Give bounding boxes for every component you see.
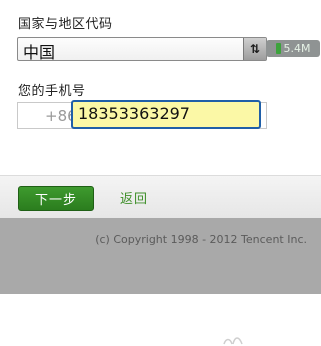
- action-bar: 下一步 返回: [0, 175, 321, 219]
- country-select-value: 中国: [23, 43, 56, 62]
- bottom-area: [0, 294, 321, 345]
- decorative-mark-icon: [223, 337, 243, 345]
- back-link[interactable]: 返回: [120, 188, 148, 207]
- battery-icon: [275, 43, 281, 54]
- copyright-text: (c) Copyright 1998 - 2012 Tencent Inc.: [95, 233, 307, 246]
- size-badge: 5.4M: [266, 40, 320, 57]
- country-select[interactable]: 中国 ⇅: [17, 37, 267, 62]
- size-badge-text: 5.4M: [283, 42, 311, 55]
- sort-arrows-icon[interactable]: ⇅: [243, 38, 266, 60]
- phone-number-label: 您的手机号: [18, 84, 86, 99]
- footer: (c) Copyright 1998 - 2012 Tencent Inc.: [0, 218, 321, 294]
- next-step-button[interactable]: 下一步: [18, 186, 94, 211]
- country-code-label: 国家与地区代码: [18, 17, 113, 32]
- phone-number-input[interactable]: 18353363297: [71, 100, 261, 129]
